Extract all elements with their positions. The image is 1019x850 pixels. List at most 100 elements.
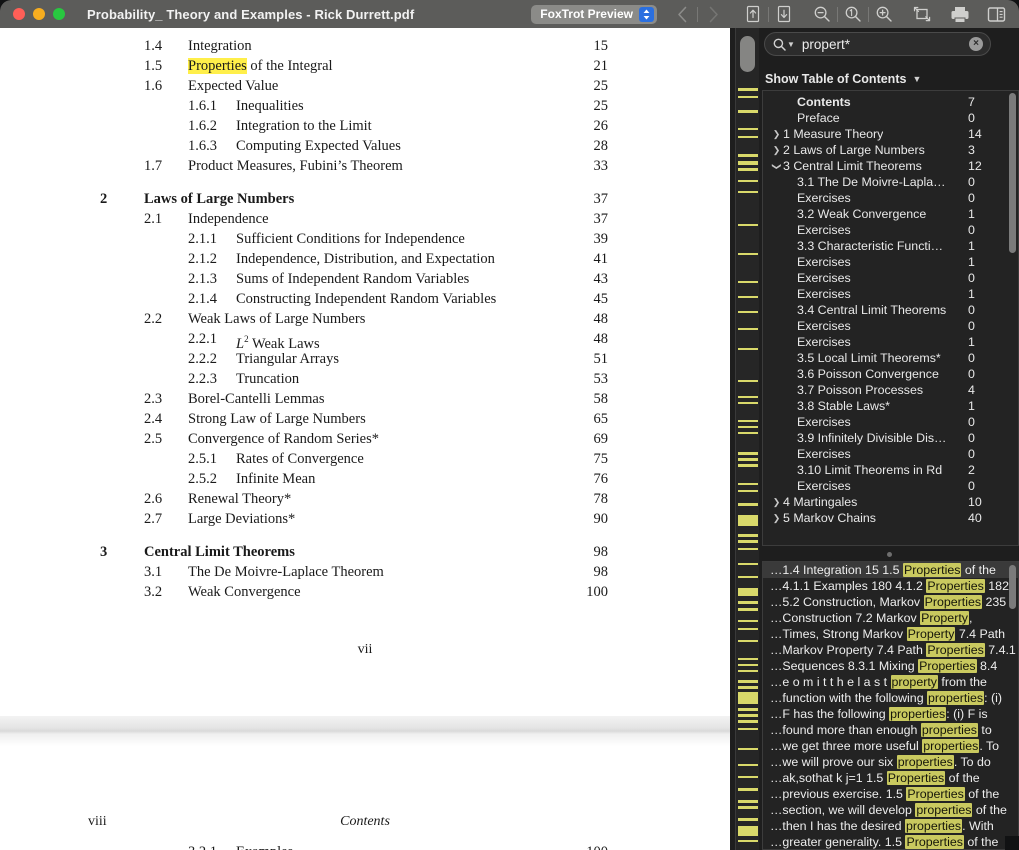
toc-tree-row[interactable]: Exercises1 — [763, 286, 1018, 302]
toc-tree-row[interactable]: 3.5 Local Limit Theorems*0 — [763, 350, 1018, 366]
toc-entry[interactable]: 3.2.1Examples100 — [0, 842, 730, 850]
toc-tree-row[interactable]: Preface0 — [763, 110, 1018, 126]
chevron-right-icon[interactable]: ❯ — [771, 497, 782, 508]
results-scrollbar[interactable] — [1009, 565, 1016, 848]
zoom-out-button[interactable] — [807, 0, 837, 28]
toc-tree-row[interactable]: Contents7 — [763, 94, 1018, 110]
search-results-list[interactable]: …1.4 Integration 15 1.5 Properties of th… — [762, 561, 1019, 850]
toc-tree-row[interactable]: ❯2 Laws of Large Numbers3 — [763, 142, 1018, 158]
clear-search-icon[interactable]: × — [969, 37, 983, 51]
splitter-handle-dot[interactable] — [887, 552, 892, 557]
toc-entry[interactable]: 2.1.2Independence, Distribution, and Exp… — [0, 249, 730, 269]
toc-tree-row[interactable]: 3.2 Weak Convergence1 — [763, 206, 1018, 222]
toc-tree-row[interactable]: ❯1 Measure Theory14 — [763, 126, 1018, 142]
minimize-window-button[interactable] — [33, 8, 45, 20]
zoom-actual-size-button[interactable] — [838, 0, 868, 28]
back-button[interactable] — [667, 0, 697, 28]
search-result-row[interactable]: …1.4 Integration 15 1.5 Properties of th… — [763, 562, 1018, 578]
toc-tree-row[interactable]: Exercises0 — [763, 270, 1018, 286]
search-result-row[interactable]: …then I has the desired properties. With — [763, 818, 1018, 834]
toc-entry[interactable]: 2.5.1Rates of Convergence75 — [0, 449, 730, 469]
highlight-minimap-scrollbar[interactable] — [735, 28, 759, 850]
table-of-contents-tree[interactable]: Contents7Preface0❯1 Measure Theory14❯2 L… — [762, 90, 1019, 546]
toc-tree-row[interactable]: 3.8 Stable Laws*1 — [763, 398, 1018, 414]
toc-entry[interactable]: 1.4Integration15 — [0, 36, 730, 56]
toc-tree-row[interactable]: Exercises0 — [763, 478, 1018, 494]
search-result-row[interactable]: …greater generality. 1.5 Properties of t… — [763, 834, 1018, 850]
toc-tree-row[interactable]: 3.6 Poisson Convergence0 — [763, 366, 1018, 382]
search-result-row[interactable]: …Times, Strong Markov Property 7.4 Path — [763, 626, 1018, 642]
toc-entry[interactable]: 2.2.1L2 Weak Laws48 — [0, 329, 730, 349]
search-result-row[interactable]: …Markov Property 7.4 Path Properties 7.4… — [763, 642, 1018, 658]
toc-tree-row[interactable]: Exercises1 — [763, 254, 1018, 270]
toc-entry[interactable]: 2.2.3Truncation53 — [0, 369, 730, 389]
toc-entry[interactable]: 1.7Product Measures, Fubini’s Theorem33 — [0, 156, 730, 176]
panel-splitter[interactable] — [760, 548, 1019, 560]
toc-tree-row[interactable]: Exercises0 — [763, 446, 1018, 462]
toc-entry[interactable]: 2.7Large Deviations*90 — [0, 509, 730, 529]
next-hit-button[interactable] — [769, 0, 799, 28]
search-result-row[interactable]: …function with the following properties:… — [763, 690, 1018, 706]
toc-entry[interactable]: 2.5Convergence of Random Series*69 — [0, 429, 730, 449]
toc-entry[interactable]: 2.1.4Constructing Independent Random Var… — [0, 289, 730, 309]
search-result-row[interactable]: …we get three more useful properties. To — [763, 738, 1018, 754]
maximize-window-button[interactable] — [53, 8, 65, 20]
forward-button[interactable] — [698, 0, 728, 28]
toc-entry[interactable]: 1.5Properties of the Integral21 — [0, 56, 730, 76]
chevron-right-icon[interactable]: ❯ — [771, 145, 782, 156]
toc-entry[interactable]: 2.3Borel-Cantelli Lemmas58 — [0, 389, 730, 409]
minimap-thumb[interactable] — [740, 36, 755, 72]
toc-tree-row[interactable]: 3.7 Poisson Processes4 — [763, 382, 1018, 398]
toc-entry[interactable]: 2.4Strong Law of Large Numbers65 — [0, 409, 730, 429]
search-result-row[interactable]: …section, we will develop properties of … — [763, 802, 1018, 818]
toc-entry[interactable]: 2.1Independence37 — [0, 209, 730, 229]
toc-tree-row[interactable]: ❯3 Central Limit Theorems12 — [763, 158, 1018, 174]
search-result-row[interactable]: …e o m i t t h e l a s t property from t… — [763, 674, 1018, 690]
search-result-row[interactable]: …we will prove our six properties. To do — [763, 754, 1018, 770]
close-window-button[interactable] — [13, 8, 25, 20]
print-button[interactable] — [943, 0, 977, 28]
toc-tree-row[interactable]: Exercises1 — [763, 334, 1018, 350]
toc-tree-row[interactable]: Exercises0 — [763, 190, 1018, 206]
pdf-document-area[interactable]: 1.3Random Variables131.4Integration151.5… — [0, 28, 730, 850]
chevron-right-icon[interactable]: ❯ — [771, 129, 782, 140]
chevron-down-icon[interactable]: ❯ — [771, 161, 782, 172]
toc-entry[interactable]: 2Laws of Large Numbers37 — [0, 189, 730, 209]
toc-entry[interactable]: 3Central Limit Theorems98 — [0, 542, 730, 562]
toc-entry[interactable]: 2.6Renewal Theory*78 — [0, 489, 730, 509]
search-result-row[interactable]: …Construction 7.2 Markov Property, — [763, 610, 1018, 626]
tree-scrollbar[interactable] — [1009, 93, 1016, 545]
chevron-down-icon[interactable]: ▼ — [787, 40, 795, 49]
toc-entry[interactable]: 2.1.3Sums of Independent Random Variable… — [0, 269, 730, 289]
toc-tree-row[interactable]: 3.3 Characteristic Functions1 — [763, 238, 1018, 254]
fit-page-button[interactable] — [907, 0, 937, 28]
toc-tree-row[interactable]: 3.9 Infinitely Divisible Distrib…0 — [763, 430, 1018, 446]
toc-entry[interactable]: 3.2Weak Convergence100 — [0, 582, 730, 602]
results-scrollbar-thumb[interactable] — [1009, 565, 1016, 609]
toc-entry[interactable]: 3.1The De Moivre-Laplace Theorem98 — [0, 562, 730, 582]
toc-tree-row[interactable]: ❯5 Markov Chains40 — [763, 510, 1018, 526]
toc-entry[interactable]: 1.6Expected Value25 — [0, 76, 730, 96]
toc-tree-row[interactable]: 3.4 Central Limit Theorems0 — [763, 302, 1018, 318]
toggle-sidebar-button[interactable] — [981, 0, 1011, 28]
tree-scrollbar-thumb[interactable] — [1009, 93, 1016, 253]
search-result-row[interactable]: …F has the following properties: (i) F i… — [763, 706, 1018, 722]
toc-tree-row[interactable]: 3.1 The De Moivre-Laplace T…0 — [763, 174, 1018, 190]
toc-entry[interactable]: 1.6.3Computing Expected Values28 — [0, 136, 730, 156]
toc-tree-row[interactable]: Exercises0 — [763, 414, 1018, 430]
toc-tree-row[interactable]: Exercises0 — [763, 318, 1018, 334]
search-input[interactable]: ▼ propert* × — [764, 32, 991, 56]
search-result-row[interactable]: …4.1.1 Examples 180 4.1.2 Properties 182 — [763, 578, 1018, 594]
toc-tree-row[interactable]: ❯4 Martingales10 — [763, 494, 1018, 510]
toc-entry[interactable]: 2.5.2Infinite Mean76 — [0, 469, 730, 489]
show-table-of-contents-toggle[interactable]: Show Table of Contents ▼ — [760, 68, 1019, 90]
toc-entry[interactable]: 2.1.1Sufficient Conditions for Independe… — [0, 229, 730, 249]
search-result-row[interactable]: …5.2 Construction, Markov Properties 235 — [763, 594, 1018, 610]
search-result-row[interactable]: …Sequences 8.3.1 Mixing Properties 8.4 — [763, 658, 1018, 674]
toc-tree-row[interactable]: 3.10 Limit Theorems in Rd2 — [763, 462, 1018, 478]
chevron-right-icon[interactable]: ❯ — [771, 513, 782, 524]
zoom-in-button[interactable] — [869, 0, 899, 28]
previous-hit-button[interactable] — [738, 0, 768, 28]
preview-mode-popup[interactable]: FoxTrot Preview — [531, 5, 657, 24]
toc-tree-row[interactable]: Exercises0 — [763, 222, 1018, 238]
